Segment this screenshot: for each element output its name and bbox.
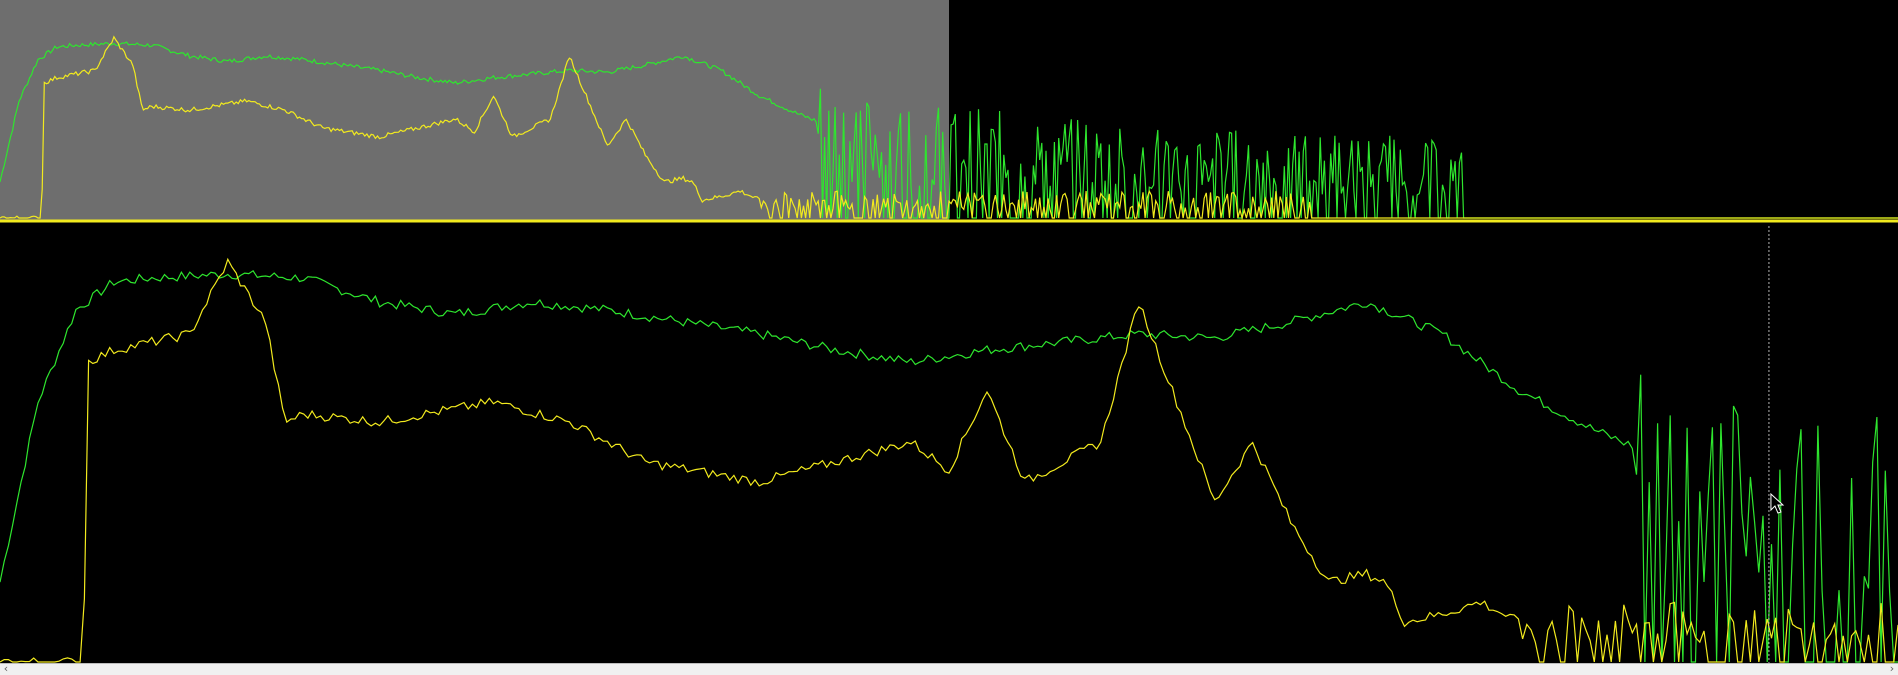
horizontal-scrollbar[interactable]: ‹ › (0, 663, 1898, 675)
chevron-left-icon[interactable]: ‹ (0, 663, 12, 675)
scrollbar-track[interactable] (12, 664, 1886, 675)
overview-spectrum[interactable] (0, 0, 1898, 224)
overview-viewport-region[interactable] (0, 0, 949, 221)
chevron-right-icon[interactable]: › (1886, 663, 1898, 675)
detail-background (0, 226, 1898, 663)
detail-spectrum[interactable] (0, 226, 1898, 663)
